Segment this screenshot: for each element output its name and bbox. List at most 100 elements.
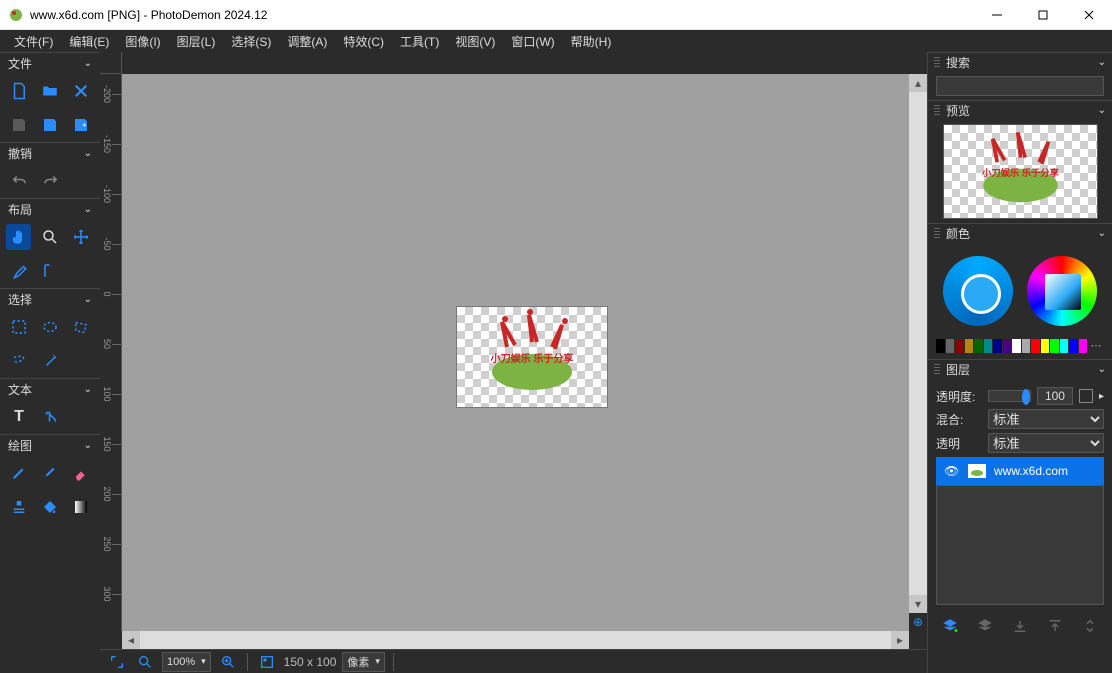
undo-section-header[interactable]: 撤销⌄ xyxy=(0,142,100,164)
menu-调整(A)[interactable]: 调整(A) xyxy=(279,31,335,52)
layers-panel-header[interactable]: 图层⌄ xyxy=(928,359,1112,379)
fit-screen-button[interactable] xyxy=(106,652,128,672)
select-section-header[interactable]: 选择⌄ xyxy=(0,288,100,310)
color-panel-header[interactable]: 颜色⌄ xyxy=(928,223,1112,243)
opacity-slider[interactable] xyxy=(988,390,1031,402)
vscroll-track[interactable] xyxy=(909,92,927,595)
swatch[interactable] xyxy=(1022,339,1031,353)
layer-down-button[interactable] xyxy=(1079,615,1101,637)
fill-tool[interactable] xyxy=(37,494,62,520)
swatch[interactable] xyxy=(974,339,983,353)
vertical-scrollbar[interactable]: ▴ ▾ ⊕ xyxy=(909,74,927,631)
search-panel-header[interactable]: 搜索⌄ xyxy=(928,52,1112,72)
add-layer-button[interactable] xyxy=(939,615,961,637)
swatch[interactable] xyxy=(1079,339,1088,353)
autoscroll-icon[interactable]: ⊕ xyxy=(909,613,927,631)
rect-select-tool[interactable] xyxy=(6,314,31,340)
layer-up-button[interactable] xyxy=(1044,615,1066,637)
swatch[interactable] xyxy=(965,339,974,353)
export-button[interactable] xyxy=(69,112,94,138)
swatch[interactable] xyxy=(936,339,945,353)
preview-panel-header[interactable]: 预览⌄ xyxy=(928,100,1112,120)
hscroll-track[interactable] xyxy=(140,631,891,649)
file-section-header[interactable]: 文件⌄ xyxy=(0,52,100,74)
draw-section-header[interactable]: 绘图⌄ xyxy=(0,434,100,456)
redo-button[interactable] xyxy=(38,168,64,194)
color-picker-tool[interactable] xyxy=(6,258,32,284)
brush-tool[interactable] xyxy=(37,460,62,486)
blend-select[interactable]: 标准 xyxy=(988,409,1104,429)
swatch[interactable] xyxy=(1031,339,1040,353)
scroll-up-button[interactable]: ▴ xyxy=(909,74,927,92)
unit-combo[interactable]: 像素▾ xyxy=(342,652,385,672)
more-swatches[interactable]: ⋯ xyxy=(1088,339,1104,353)
text-path-tool[interactable] xyxy=(38,404,64,430)
search-input[interactable] xyxy=(936,76,1104,96)
swatch[interactable] xyxy=(984,339,993,353)
swatch[interactable] xyxy=(1012,339,1021,353)
maximize-button[interactable] xyxy=(1020,0,1066,30)
undo-button[interactable] xyxy=(6,168,32,194)
scroll-left-button[interactable]: ◂ xyxy=(122,631,140,649)
text-tool[interactable]: T xyxy=(6,404,32,430)
save-as-button[interactable] xyxy=(37,112,62,138)
menu-编辑(E)[interactable]: 编辑(E) xyxy=(61,31,117,52)
gradient-tool[interactable] xyxy=(69,494,94,520)
opacity-value[interactable]: 100 xyxy=(1037,387,1073,405)
zoom-actual-button[interactable] xyxy=(134,652,156,672)
move-tool[interactable] xyxy=(69,224,94,250)
menu-帮助(H)[interactable]: 帮助(H) xyxy=(563,31,620,52)
preview-thumbnail[interactable]: 小刀娱乐 乐于分享 xyxy=(943,124,1098,219)
pencil-tool[interactable] xyxy=(6,460,31,486)
viewport[interactable]: 小刀娱乐 乐于分享 xyxy=(122,74,909,631)
hand-tool[interactable] xyxy=(6,224,31,250)
menu-图层(L)[interactable]: 图层(L) xyxy=(169,31,224,52)
canvas-image[interactable]: 小刀娱乐 乐于分享 xyxy=(457,307,607,407)
opacity-reset-icon[interactable] xyxy=(1079,389,1093,403)
opacity-menu-icon[interactable]: ▸ xyxy=(1099,391,1104,402)
open-file-button[interactable] xyxy=(37,78,62,104)
swatch[interactable] xyxy=(1060,339,1069,353)
layout-section-header[interactable]: 布局⌄ xyxy=(0,198,100,220)
menu-图像(I)[interactable]: 图像(I) xyxy=(117,31,168,52)
alpha-select[interactable]: 标准 xyxy=(988,433,1104,453)
eraser-tool[interactable] xyxy=(69,460,94,486)
visibility-icon[interactable]: 👁 xyxy=(944,464,960,478)
minimize-button[interactable] xyxy=(974,0,1020,30)
zoom-combo[interactable]: 100%▾ xyxy=(162,652,211,672)
text-section-header[interactable]: 文本⌄ xyxy=(0,378,100,400)
merge-down-button[interactable] xyxy=(1009,615,1031,637)
lasso-select-tool[interactable] xyxy=(6,348,32,374)
zoom-in-button[interactable] xyxy=(217,652,239,672)
swatch[interactable] xyxy=(955,339,964,353)
delete-layer-button[interactable] xyxy=(974,615,996,637)
stamp-tool[interactable] xyxy=(6,494,31,520)
menu-特效(C)[interactable]: 特效(C) xyxy=(335,31,392,52)
menu-工具(T)[interactable]: 工具(T) xyxy=(392,31,447,52)
wand-select-tool[interactable] xyxy=(38,348,64,374)
menu-窗口(W)[interactable]: 窗口(W) xyxy=(503,31,562,52)
close-file-button[interactable] xyxy=(69,78,94,104)
color-wheel-shade[interactable] xyxy=(943,256,1013,326)
color-wheel-hue[interactable] xyxy=(1027,256,1097,326)
scroll-right-button[interactable]: ▸ xyxy=(891,631,909,649)
swatch[interactable] xyxy=(1041,339,1050,353)
close-button[interactable] xyxy=(1066,0,1112,30)
swatch[interactable] xyxy=(946,339,955,353)
layer-item[interactable]: 👁 www.x6d.com xyxy=(936,457,1104,485)
ellipse-select-tool[interactable] xyxy=(37,314,62,340)
menu-选择(S)[interactable]: 选择(S) xyxy=(223,31,279,52)
menu-文件(F)[interactable]: 文件(F) xyxy=(6,31,61,52)
save-button[interactable] xyxy=(6,112,31,138)
swatch[interactable] xyxy=(1003,339,1012,353)
menu-视图(V)[interactable]: 视图(V) xyxy=(447,31,503,52)
poly-select-tool[interactable] xyxy=(69,314,94,340)
new-file-button[interactable] xyxy=(6,78,31,104)
swatch[interactable] xyxy=(993,339,1002,353)
scroll-down-button[interactable]: ▾ xyxy=(909,595,927,613)
zoom-tool[interactable] xyxy=(37,224,62,250)
horizontal-scrollbar[interactable]: ◂ ▸ xyxy=(122,631,909,649)
swatch[interactable] xyxy=(1069,339,1078,353)
measure-tool[interactable] xyxy=(38,258,64,284)
swatch[interactable] xyxy=(1050,339,1059,353)
